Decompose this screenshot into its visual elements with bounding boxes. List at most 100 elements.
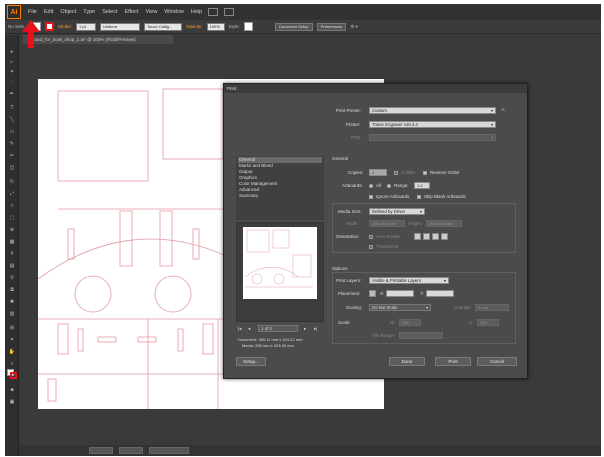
range-field[interactable]: 1-2 [414, 182, 430, 189]
media-size-select[interactable]: Defined by Driver ▾ [369, 208, 425, 215]
done-button[interactable]: Done [389, 357, 425, 366]
save-preset-icon[interactable]: ⚠ [501, 107, 505, 113]
page-navigator: |◂ ◂ 1 of 2 ▸ ▸| [238, 325, 324, 333]
warp-tool-icon[interactable]: ≈ [8, 203, 16, 209]
category-graphics[interactable]: Graphics [238, 175, 322, 181]
category-color-management[interactable]: Color Management [238, 181, 322, 187]
rotate-tool-icon[interactable]: ↻ [8, 179, 16, 185]
all-label: All [376, 183, 382, 188]
menu-view[interactable]: View [145, 9, 157, 15]
scale-tool-icon[interactable]: ⤢ [8, 191, 16, 197]
landscape-flipped-icon[interactable] [441, 233, 448, 240]
print-layers-select[interactable]: Visible & Printable Layers ▾ [369, 277, 449, 284]
column-graph-icon[interactable]: ▥ [8, 311, 16, 317]
printer-select[interactable]: Trotec Engraver v10.4.4 ▾ [369, 121, 496, 128]
pen-tool-icon[interactable]: ✒ [8, 91, 16, 97]
zoom-tool-icon[interactable]: ⌕ [8, 361, 16, 367]
symbol-sprayer-icon[interactable]: ✺ [8, 299, 16, 305]
color-mode-icon[interactable]: ■ [8, 387, 16, 393]
setup-button[interactable]: Setup... [236, 357, 266, 366]
print-preset-select[interactable]: Custom ▾ [369, 107, 496, 114]
free-transform-icon[interactable]: ⬚ [8, 215, 16, 221]
rectangle-tool-icon[interactable]: ▭ [8, 129, 16, 135]
arrange-documents-icon[interactable] [224, 8, 235, 16]
artboard-tool-icon[interactable]: ⊞ [8, 325, 16, 331]
portrait-flipped-icon[interactable] [432, 233, 439, 240]
tile-range-field [399, 332, 443, 339]
overlap-label: Overlap: [454, 305, 472, 310]
scaling-select[interactable]: Do Not Scale ▾ [369, 304, 431, 311]
category-general[interactable]: General [238, 157, 322, 163]
reverse-order-checkbox[interactable] [423, 171, 427, 175]
category-summary[interactable]: Summary [238, 193, 322, 199]
stroke-swatch[interactable] [44, 22, 54, 31]
style-swatch[interactable] [243, 22, 253, 31]
placement-x-field[interactable] [386, 290, 414, 297]
stroke-profile-select[interactable]: Uniform [100, 22, 141, 31]
menu-window[interactable]: Window [164, 9, 184, 15]
menu-help[interactable]: Help [191, 9, 202, 15]
category-marks-bleed[interactable]: Marks and Bleed [238, 163, 322, 169]
skip-blank-checkbox[interactable] [417, 195, 421, 199]
ignore-artboards-checkbox[interactable] [369, 195, 373, 199]
prev-page-icon[interactable]: ◂ [248, 326, 250, 332]
current-tool-status[interactable] [149, 447, 189, 454]
print-layers-label: Print Layers: [336, 278, 362, 283]
hand-tool-icon[interactable]: ✋ [8, 349, 16, 355]
bridge-icon[interactable] [208, 8, 219, 16]
page-indicator-field[interactable]: 1 of 2 [258, 325, 298, 332]
cancel-button[interactable]: Cancel [477, 357, 517, 366]
pencil-tool-icon[interactable]: ✏ [8, 153, 16, 159]
preferences-button[interactable]: Preferences [316, 22, 347, 31]
brush-select[interactable]: Touch Callig... [144, 22, 183, 31]
stroke-weight-field[interactable]: 1 pt [76, 22, 97, 31]
line-tool-icon[interactable]: ╲ [8, 117, 16, 123]
portrait-orientation-icon[interactable] [414, 233, 421, 240]
menu-file[interactable]: File [28, 9, 37, 15]
collate-checkbox[interactable] [394, 171, 398, 175]
type-tool-icon[interactable]: T [8, 105, 16, 111]
category-list: General Marks and Bleed Output Graphics … [236, 156, 324, 220]
mesh-tool-icon[interactable]: # [8, 251, 16, 257]
placement-grid-icon[interactable] [369, 290, 376, 297]
placement-y-field[interactable] [426, 290, 454, 297]
opacity-field[interactable]: 100% [206, 22, 225, 31]
next-page-icon[interactable]: ▸ [304, 326, 306, 332]
paintbrush-tool-icon[interactable]: ✎ [8, 141, 16, 147]
all-radio[interactable] [369, 184, 373, 188]
last-page-icon[interactable]: ▸| [314, 326, 317, 332]
print-button[interactable]: Print [435, 357, 471, 366]
screen-mode-icon[interactable]: ▣ [8, 399, 16, 405]
menu-object[interactable]: Object [60, 9, 76, 15]
category-advanced[interactable]: Advanced [238, 187, 322, 193]
range-radio[interactable] [387, 184, 391, 188]
magic-wand-icon[interactable]: ✶ [8, 69, 16, 75]
direct-selection-tool-icon[interactable]: ▹ [8, 59, 16, 65]
menu-edit[interactable]: Edit [44, 9, 53, 15]
annotation-arrow [22, 20, 40, 48]
landscape-orientation-icon[interactable] [423, 233, 430, 240]
scale-h-value: 100 [480, 320, 487, 325]
first-page-icon[interactable]: |◂ [238, 326, 241, 332]
fill-stroke-swatches[interactable] [7, 369, 17, 379]
perspective-grid-icon[interactable]: ▦ [8, 239, 16, 245]
eyedropper-icon[interactable]: ⚲ [8, 275, 16, 281]
selection-tool-icon[interactable]: ▸ [8, 49, 16, 55]
menu-select[interactable]: Select [102, 9, 117, 15]
document-setup-button[interactable]: Document Setup [274, 22, 313, 31]
document-tab[interactable]: board_for_bowl_shop_2.ai* @ 100% (RGB/Pr… [23, 35, 173, 44]
menu-type[interactable]: Type [83, 9, 95, 15]
eraser-tool-icon[interactable]: ◫ [8, 165, 16, 171]
artboard-navigator[interactable] [119, 447, 143, 454]
app-logo: Ai [7, 5, 21, 19]
lasso-tool-icon[interactable]: ◌ [8, 79, 16, 85]
zoom-field[interactable] [89, 447, 113, 454]
more-options-icon[interactable]: ⚙ ▾ [350, 24, 358, 30]
slice-tool-icon[interactable]: ⌗ [8, 337, 16, 343]
menu-effect[interactable]: Effect [125, 9, 139, 15]
category-output[interactable]: Output [238, 169, 322, 175]
shape-builder-icon[interactable]: ⊕ [8, 227, 16, 233]
gradient-tool-icon[interactable]: ▤ [8, 263, 16, 269]
blend-tool-icon[interactable]: ⧉ [8, 287, 16, 293]
copies-field[interactable]: 1 [369, 169, 387, 176]
